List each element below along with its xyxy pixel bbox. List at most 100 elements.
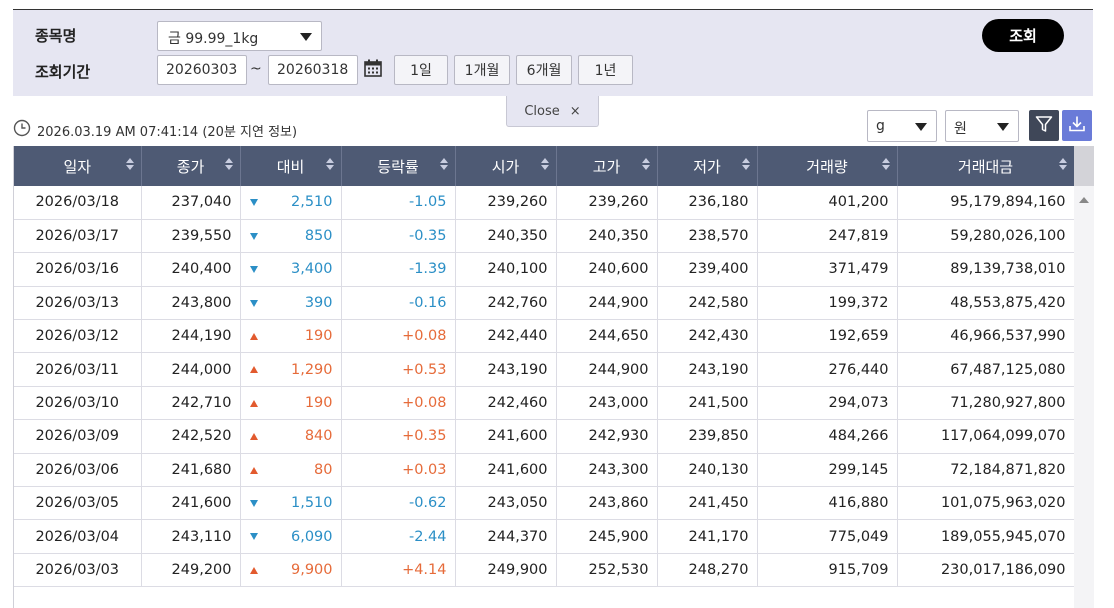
table-row[interactable]: 2026/03/03 249,200 9,900 +4.14 249,900 252,53… bbox=[14, 553, 1075, 588]
sort-icon[interactable] bbox=[1058, 158, 1067, 170]
cell-change: 1,290 bbox=[240, 352, 342, 387]
item-select[interactable]: 금 99.99_1kg bbox=[157, 21, 322, 51]
cell-date: 2026/03/12 bbox=[14, 319, 142, 354]
currency-unit-select[interactable]: 원 bbox=[945, 110, 1019, 142]
cell-date: 2026/03/13 bbox=[14, 286, 142, 321]
timestamp-text: 2026.03.19 AM 07:41:14 (20분 지연 정보) bbox=[37, 124, 298, 140]
table-row[interactable]: 2026/03/16 240,400 3,400 -1.39 240,100 240,60… bbox=[14, 252, 1075, 287]
table-header-row: 일자 종가 대비 등락률 시가 고가 저가 거래량 거래대금 bbox=[14, 146, 1075, 186]
column-header[interactable]: 등락률 bbox=[341, 146, 456, 186]
change-value: 1,510 bbox=[290, 495, 333, 512]
table-row[interactable]: 2026/03/18 237,040 2,510 -1.05 239,260 239,26… bbox=[14, 186, 1075, 220]
column-header[interactable]: 시가 bbox=[455, 146, 557, 186]
sort-icon[interactable] bbox=[641, 158, 650, 170]
cell-close: 243,800 bbox=[141, 286, 241, 321]
cell-date: 2026/03/18 bbox=[14, 186, 142, 220]
sort-icon[interactable] bbox=[540, 158, 549, 170]
sort-icon[interactable] bbox=[224, 158, 233, 170]
cell-date: 2026/03/17 bbox=[14, 219, 142, 254]
cell-high: 245,900 bbox=[556, 519, 658, 554]
cell-date: 2026/03/05 bbox=[14, 486, 142, 521]
table-row[interactable]: 2026/03/06 241,680 80 +0.03 241,600 243,300 24… bbox=[14, 453, 1075, 488]
triangle-up-icon bbox=[249, 366, 258, 374]
table-row[interactable]: 2026/03/05 241,600 1,510 -0.62 243,050 243,86… bbox=[14, 486, 1075, 521]
sort-icon[interactable] bbox=[881, 158, 890, 170]
cell-change: 190 bbox=[240, 319, 342, 354]
sort-icon[interactable] bbox=[125, 158, 134, 170]
cell-close: 249,200 bbox=[141, 553, 241, 588]
column-header[interactable]: 거래량 bbox=[757, 146, 898, 186]
cell-close: 241,600 bbox=[141, 486, 241, 521]
download-button[interactable] bbox=[1062, 110, 1092, 141]
triangle-up-icon bbox=[249, 333, 258, 341]
sort-icon[interactable] bbox=[439, 158, 448, 170]
period-1year-button[interactable]: 1년 bbox=[578, 55, 633, 85]
filter-button[interactable] bbox=[1029, 110, 1059, 141]
cell-rate: -2.44 bbox=[341, 519, 456, 554]
column-header[interactable]: 종가 bbox=[141, 146, 241, 186]
triangle-up-icon bbox=[249, 399, 258, 407]
change-value: 9,900 bbox=[290, 561, 333, 578]
change-value: 190 bbox=[304, 395, 333, 412]
triangle-up-icon bbox=[249, 566, 258, 574]
cell-open: 241,600 bbox=[455, 453, 557, 488]
table-row[interactable]: 2026/03/13 243,800 390 -0.16 242,760 244,900 2… bbox=[14, 286, 1075, 321]
cell-date: 2026/03/03 bbox=[14, 553, 142, 588]
scrollbar-thumb[interactable] bbox=[1074, 146, 1094, 186]
filter-icon bbox=[1034, 114, 1054, 138]
chevron-down-icon bbox=[300, 33, 312, 41]
cell-open: 242,440 bbox=[455, 319, 557, 354]
cell-rate: +0.53 bbox=[341, 352, 456, 387]
scroll-up-arrow-icon[interactable] bbox=[1079, 197, 1089, 203]
cell-volume: 247,819 bbox=[757, 219, 898, 254]
cell-volume: 416,880 bbox=[757, 486, 898, 521]
cell-rate: -1.39 bbox=[341, 252, 456, 287]
period-1day-button[interactable]: 1일 bbox=[394, 55, 448, 85]
cell-volume: 192,659 bbox=[757, 319, 898, 354]
cell-high: 240,350 bbox=[556, 219, 658, 254]
column-header[interactable]: 대비 bbox=[240, 146, 342, 186]
column-header[interactable]: 거래대금 bbox=[897, 146, 1075, 186]
cell-change: 840 bbox=[240, 419, 342, 454]
chevron-down-icon bbox=[997, 123, 1009, 131]
query-button[interactable]: 조회 bbox=[982, 19, 1064, 52]
cell-open: 242,460 bbox=[455, 386, 557, 421]
cell-rate: +0.08 bbox=[341, 319, 456, 354]
close-panel-button[interactable]: Close × bbox=[506, 96, 599, 127]
vertical-scrollbar[interactable] bbox=[1074, 146, 1094, 608]
cell-change: 6,090 bbox=[240, 519, 342, 554]
sort-icon[interactable] bbox=[325, 158, 334, 170]
change-value: 3,400 bbox=[290, 261, 333, 278]
table-row[interactable]: 2026/03/17 239,550 850 -0.35 240,350 240,350 2… bbox=[14, 219, 1075, 254]
triangle-down-icon bbox=[249, 533, 258, 541]
calendar-button[interactable] bbox=[359, 55, 387, 85]
period-1month-button[interactable]: 1개월 bbox=[454, 55, 510, 85]
date-to-input[interactable]: 20260318 bbox=[268, 55, 358, 85]
column-header[interactable]: 일자 bbox=[14, 146, 142, 186]
column-header[interactable]: 고가 bbox=[556, 146, 658, 186]
cell-amount: 48,553,875,420 bbox=[897, 286, 1075, 321]
date-from-input[interactable]: 20260303 bbox=[157, 55, 247, 85]
cell-close: 239,550 bbox=[141, 219, 241, 254]
cell-change: 9,900 bbox=[240, 553, 342, 588]
cell-date: 2026/03/04 bbox=[14, 519, 142, 554]
table-row[interactable]: 2026/03/09 242,520 840 +0.35 241,600 242,930 2… bbox=[14, 419, 1075, 454]
cell-volume: 371,479 bbox=[757, 252, 898, 287]
cell-low: 240,130 bbox=[657, 453, 758, 488]
table-row[interactable]: 2026/03/11 244,000 1,290 +0.53 243,190 244,90… bbox=[14, 352, 1075, 387]
cell-low: 248,270 bbox=[657, 553, 758, 588]
cell-high: 244,650 bbox=[556, 319, 658, 354]
cell-open: 239,260 bbox=[455, 186, 557, 220]
table-row[interactable]: 2026/03/04 243,110 6,090 -2.44 244,370 245,90… bbox=[14, 519, 1075, 554]
column-header[interactable]: 저가 bbox=[657, 146, 758, 186]
weight-unit-select[interactable]: g bbox=[867, 110, 937, 142]
cell-date: 2026/03/06 bbox=[14, 453, 142, 488]
sort-icon[interactable] bbox=[741, 158, 750, 170]
cell-low: 241,500 bbox=[657, 386, 758, 421]
cell-amount: 101,075,963,020 bbox=[897, 486, 1075, 521]
download-icon bbox=[1067, 114, 1087, 138]
cell-close: 242,710 bbox=[141, 386, 241, 421]
table-row[interactable]: 2026/03/10 242,710 190 +0.08 242,460 243,000 2… bbox=[14, 386, 1075, 421]
period-6month-button[interactable]: 6개월 bbox=[516, 55, 572, 85]
table-row[interactable]: 2026/03/12 244,190 190 +0.08 242,440 244,650 2… bbox=[14, 319, 1075, 354]
